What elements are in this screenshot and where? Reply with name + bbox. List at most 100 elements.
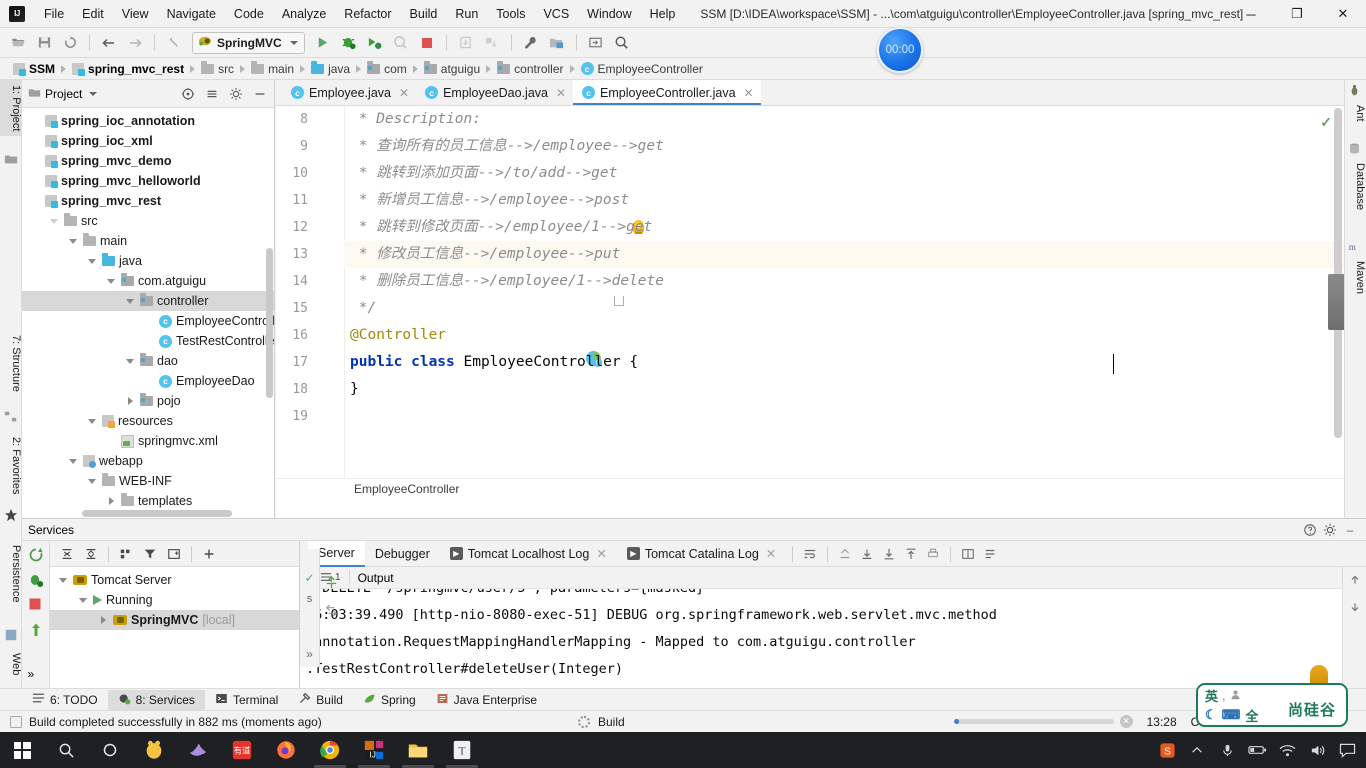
breadcrumb-item-src[interactable]: src [196,60,239,76]
search-button[interactable] [44,732,88,768]
select-in-icon[interactable] [584,31,608,55]
editor-body[interactable]: 8 9 10 11 12 13 14 15 16 17 18 19 * Description: * … [276,106,1344,498]
scroll-to-top-icon[interactable] [834,543,856,565]
bottom-tab-services[interactable]: 8: Services [107,689,205,710]
ime-language-indicator[interactable]: 英 [1205,686,1218,705]
project-tree-item-pojo[interactable]: pojo [22,391,274,411]
cortana-button[interactable] [88,732,132,768]
project-tree-item-com-atguigu[interactable]: com.atguigu [22,271,274,291]
inspection-status-ok-icon[interactable]: ✓ [1320,114,1332,131]
close-icon[interactable]: ✕ [399,86,409,100]
stop-server-icon[interactable] [28,597,44,613]
collapse-all-button[interactable] [202,84,222,104]
services-tree[interactable]: Tomcat Server Running SpringMVC [local] [50,567,299,688]
rerun-icon[interactable] [28,547,44,563]
ime-fullwidth-indicator[interactable]: 全 [1245,706,1258,725]
scroll-down-arrow-icon[interactable] [1348,600,1362,617]
code-line[interactable] [344,403,1344,430]
project-tree-item-spring-mvc-rest[interactable]: spring_mvc_rest [22,191,274,211]
sidebar-item-persistence[interactable]: Persistence [0,540,22,607]
breadcrumb-item-employeecontroller[interactable]: c EmployeeController [576,62,708,76]
typora-app[interactable]: T [440,732,484,768]
chevron-down-icon[interactable] [87,476,98,487]
project-tree-item-web-inf[interactable]: WEB-INF [22,471,274,491]
search-everywhere-icon[interactable] [610,31,634,55]
dolphin-app[interactable] [176,732,220,768]
event-log-icon[interactable] [10,715,22,728]
code-line[interactable]: * 查询所有的员工信息-->/employee-->get [344,133,1344,160]
tab-employee-java[interactable]: c Employee.java ✕ [282,80,417,105]
services-tree-item-springmvc[interactable]: SpringMVC [local] [50,610,299,630]
menu-window[interactable]: Window [578,3,640,25]
project-tree-item-resources[interactable]: resources [22,411,274,431]
project-tree-item-springmvc-xml[interactable]: springmvc.xml [22,431,274,451]
code-line[interactable]: * 删除员工信息-->/employee/1-->delete [344,268,1344,295]
breadcrumb-item-java[interactable]: java [306,60,355,76]
chevron-down-icon[interactable] [289,40,298,45]
chevron-down-icon[interactable] [49,216,60,227]
sidebar-item-favorites[interactable]: 2: Favorites [0,432,22,499]
print-icon[interactable] [922,543,944,565]
debug-button[interactable] [337,31,361,55]
services-tree-item-running[interactable]: Running [50,590,299,610]
chevron-down-icon[interactable] [106,276,117,287]
menu-build[interactable]: Build [401,3,447,25]
menu-view[interactable]: View [113,3,158,25]
open-project-icon[interactable] [6,31,30,55]
expand-rail-icon[interactable]: » [28,667,44,683]
project-tree-item-employeedao[interactable]: c EmployeeDao [22,371,274,391]
project-tree-item-spring-mvc-demo[interactable]: spring_mvc_demo [22,151,274,171]
menu-tools[interactable]: Tools [487,3,534,25]
code-text[interactable]: * Description: * 查询所有的员工信息-->/employee--… [344,106,1344,498]
close-icon[interactable]: ✕ [596,546,606,561]
console-log[interactable]: - DELETE "/springmvc/user/5", parameters… [300,589,1366,689]
breadcrumb-item-spring-mvc-rest[interactable]: spring_mvc_rest [67,62,189,76]
forward-arrow-icon[interactable] [123,31,147,55]
firefox-app[interactable] [264,732,308,768]
services-tree-item-tomcat-server[interactable]: Tomcat Server [50,570,299,590]
debug-rerun-icon[interactable] [28,572,44,588]
sync-refresh-icon[interactable] [58,31,82,55]
bottom-tab-build[interactable]: Build [288,690,353,710]
scroll-up-arrow-icon[interactable] [1348,573,1362,590]
chevron-down-icon[interactable] [68,456,79,467]
run-configuration-selector[interactable]: SpringMVC [192,31,305,54]
close-icon[interactable]: ✕ [744,86,754,100]
project-tree-item-testrestcontroller[interactable]: c TestRestController [22,331,274,351]
chevron-down-icon[interactable] [58,575,69,586]
collapse-all-icon[interactable] [80,543,102,565]
ime-status-floater[interactable]: 英 , ☾ ⌨ 全 尚硅谷 [1196,683,1348,727]
menu-vcs[interactable]: VCS [534,3,578,25]
close-button[interactable]: ✕ [1320,0,1366,28]
project-tree-item-java[interactable]: java [22,251,274,271]
breadcrumb-item-main[interactable]: main [246,60,299,76]
menu-run[interactable]: Run [446,3,487,25]
back-arrow-icon[interactable] [97,31,121,55]
code-line[interactable]: * 跳转到修改页面-->/employee/1-->get [344,214,1344,241]
expand-console-rail-icon[interactable]: » [306,647,313,661]
group-by-icon[interactable] [115,543,137,565]
layout-grid-icon[interactable] [957,543,979,565]
chevron-right-icon[interactable] [125,396,136,407]
run-with-coverage-button[interactable] [363,31,387,55]
project-settings-gear-icon[interactable] [226,84,246,104]
hide-panel-button[interactable] [250,84,270,104]
run-button[interactable] [311,31,335,55]
project-tree-item-dao[interactable]: dao [22,351,274,371]
maven-tool-window-handle[interactable] [1328,274,1344,330]
tim-app[interactable] [132,732,176,768]
chevron-down-icon[interactable] [89,91,98,96]
snipaste-tray-icon[interactable]: S [1152,732,1182,768]
chevron-down-icon[interactable] [87,416,98,427]
save-all-icon[interactable] [32,31,56,55]
chrome-app[interactable] [308,732,352,768]
services-help-icon[interactable] [1300,520,1320,540]
network-wifi-tray-icon[interactable] [1272,732,1302,768]
locate-file-button[interactable] [178,84,198,104]
project-tree-item-spring-ioc-annotation[interactable]: spring_ioc_annotation [22,111,274,131]
close-icon[interactable]: ✕ [766,546,776,561]
chevron-right-icon[interactable] [98,615,109,626]
project-tree-item-src[interactable]: src [22,211,274,231]
menu-analyze[interactable]: Analyze [273,3,335,25]
battery-tray-icon[interactable] [1242,732,1272,768]
